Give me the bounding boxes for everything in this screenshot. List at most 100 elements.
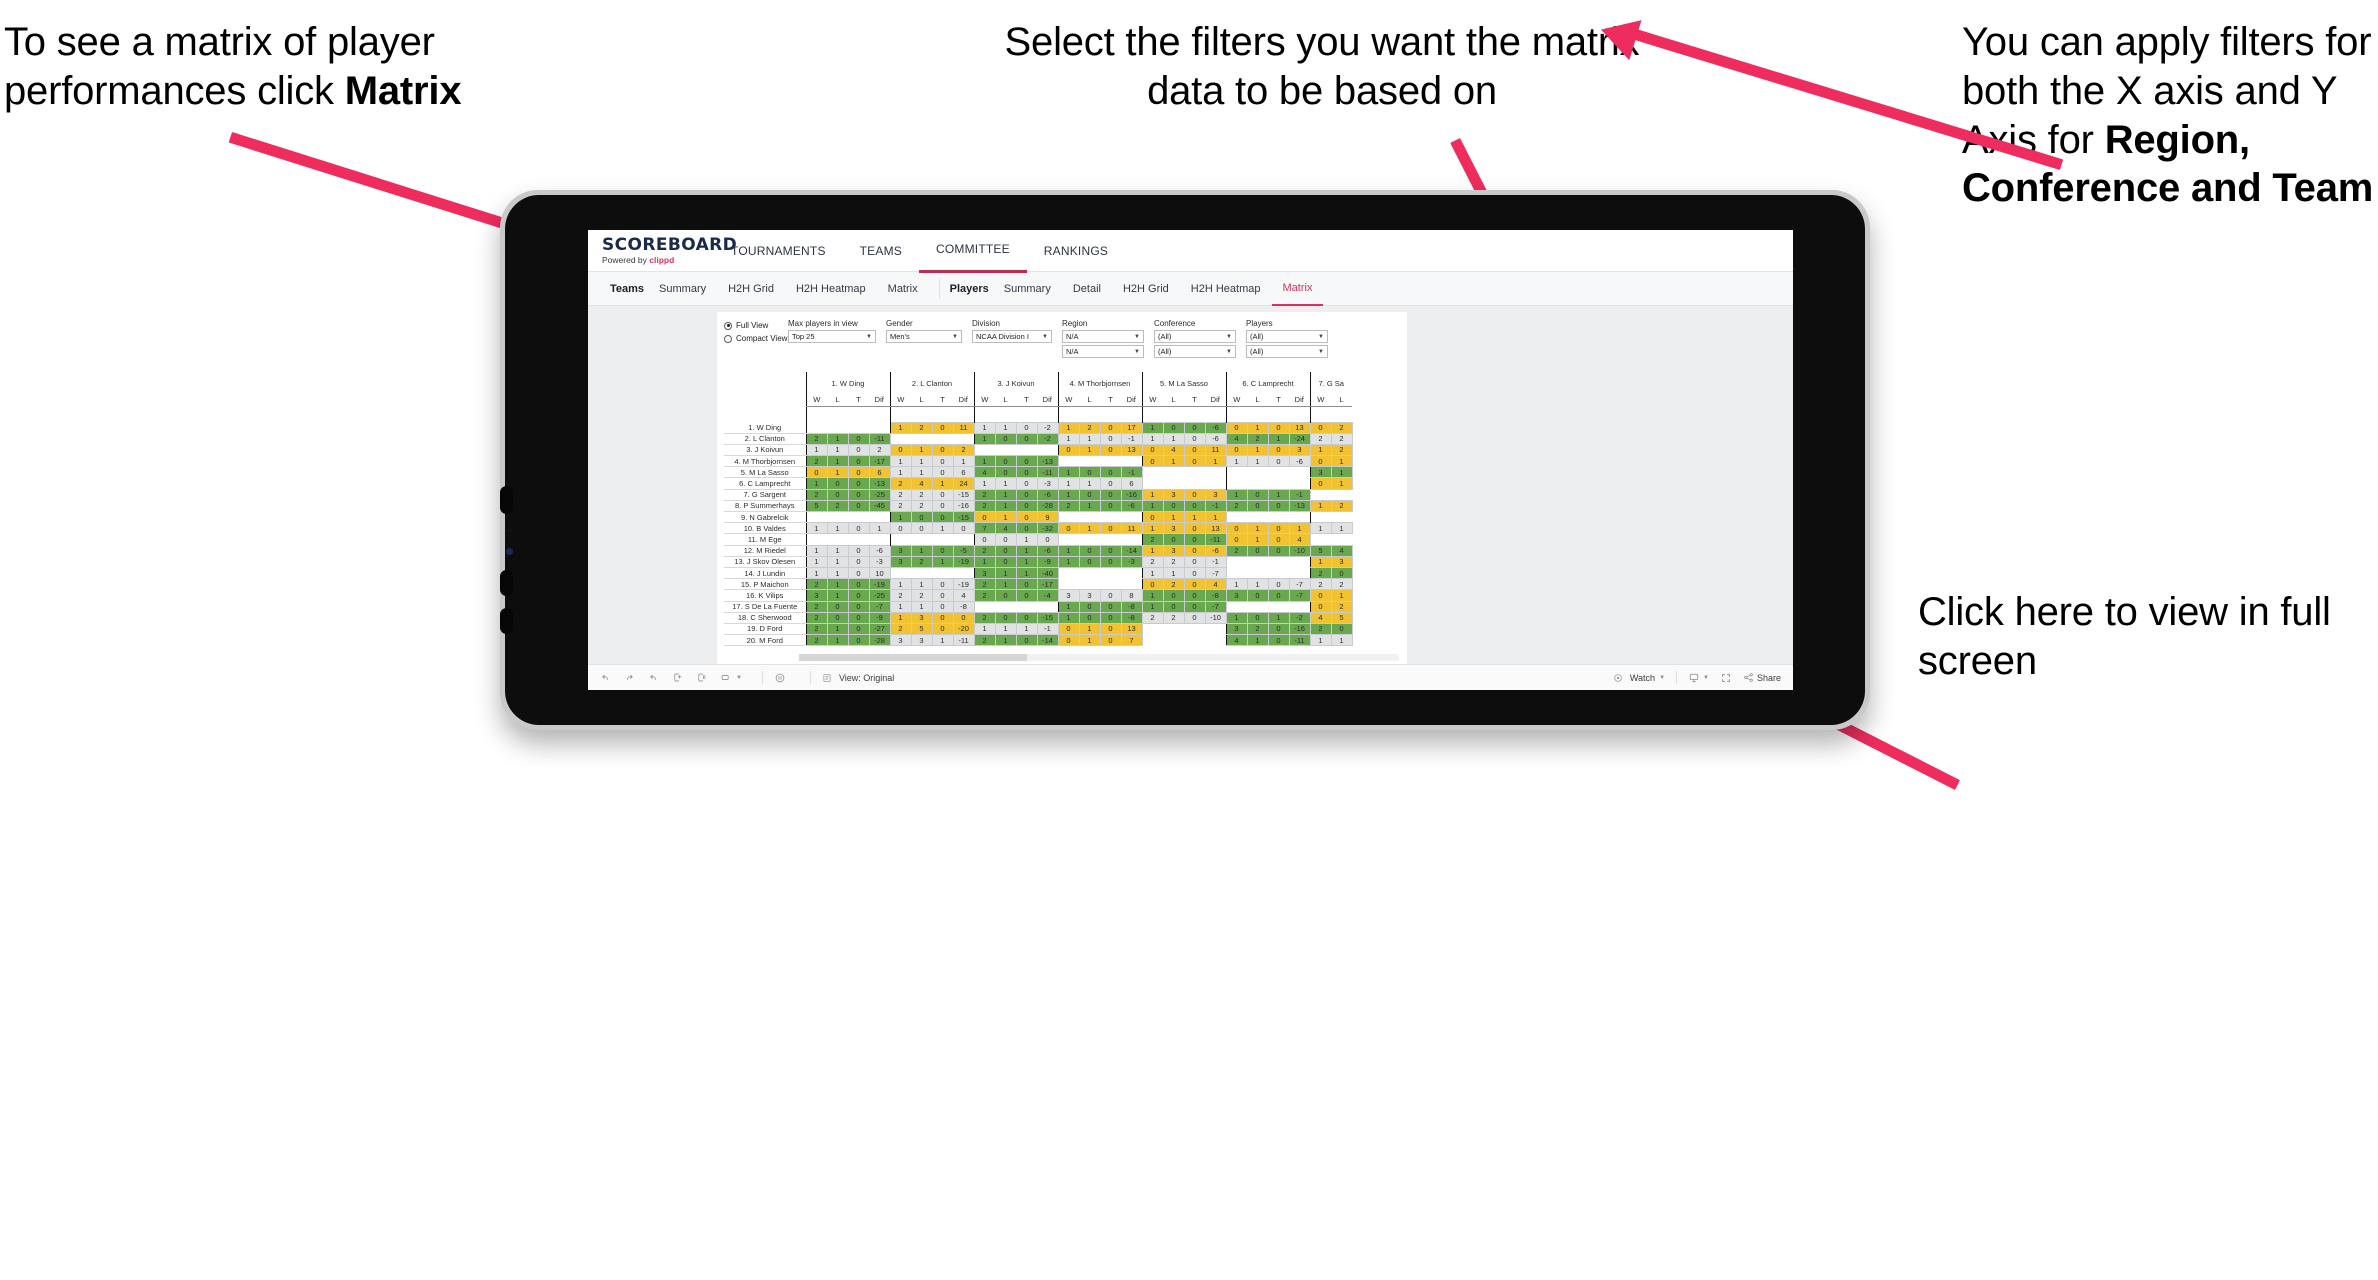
matrix-cell[interactable]: -28 <box>1036 499 1059 513</box>
matrix-cell[interactable]: 0 <box>994 611 1017 624</box>
matrix-cell[interactable]: 0 <box>1162 499 1185 513</box>
matrix-cell[interactable]: 1 <box>1078 443 1101 457</box>
matrix-cell[interactable]: 0 <box>826 600 849 613</box>
matrix-cell[interactable]: -28 <box>868 634 891 646</box>
matrix-cell[interactable]: 1 <box>1015 533 1038 546</box>
matrix-cell[interactable]: 3 <box>1309 466 1332 479</box>
matrix-cell[interactable]: 17 <box>1120 421 1143 434</box>
matrix-cell[interactable]: 0 <box>847 488 870 501</box>
matrix-cell[interactable]: 1 <box>1225 455 1248 468</box>
pause-data-icon[interactable] <box>696 672 707 683</box>
matrix-cell[interactable]: -1 <box>1120 466 1143 479</box>
filter-gender-select[interactable]: Men's ▼ <box>886 330 962 343</box>
matrix-cell[interactable]: -25 <box>868 488 891 501</box>
matrix-cell[interactable]: 0 <box>1099 488 1122 501</box>
matrix-cell[interactable]: 0 <box>847 589 870 602</box>
matrix-cell[interactable]: 3 <box>910 611 933 624</box>
matrix-cell[interactable]: 0 <box>847 544 870 557</box>
matrix-cell[interactable]: 0 <box>1330 566 1353 580</box>
matrix-cell[interactable]: 2 <box>889 589 912 602</box>
matrix-cell[interactable]: 1 <box>994 499 1017 513</box>
matrix-cell[interactable]: 0 <box>1225 533 1248 546</box>
matrix-cell[interactable]: 1 <box>1330 522 1353 535</box>
matrix-cell[interactable]: 0 <box>931 488 954 501</box>
radio-compact-view[interactable]: Compact View <box>724 332 788 345</box>
matrix-cell[interactable]: 0 <box>1183 578 1206 591</box>
matrix-cell[interactable]: -27 <box>868 622 891 636</box>
matrix-cell[interactable]: 0 <box>931 510 954 524</box>
matrix-cell[interactable]: 0 <box>1015 466 1038 479</box>
matrix-cell[interactable]: 1 <box>1057 421 1080 434</box>
matrix-cell[interactable]: -19 <box>952 578 975 591</box>
matrix-cell[interactable]: 0 <box>847 578 870 591</box>
matrix-cell[interactable]: 0 <box>1225 421 1248 434</box>
matrix-cell[interactable]: 0 <box>1015 634 1038 646</box>
matrix-cell[interactable]: -7 <box>1204 600 1227 613</box>
matrix-cell[interactable]: 0 <box>994 466 1017 479</box>
matrix-cell[interactable]: 1 <box>973 421 996 434</box>
matrix-cell[interactable]: 1 <box>1057 488 1080 501</box>
pause-auto-update-icon[interactable] <box>774 672 786 684</box>
matrix-cell[interactable]: 0 <box>1078 488 1101 501</box>
matrix-cell[interactable]: 1 <box>1246 522 1269 535</box>
matrix-cell[interactable]: 0 <box>931 544 954 557</box>
matrix-cell[interactable]: 0 <box>847 466 870 479</box>
matrix-cell[interactable]: 0 <box>1183 499 1206 513</box>
nav-item-tournaments[interactable]: TOURNAMENTS <box>714 230 843 271</box>
matrix-cell[interactable]: 0 <box>1099 589 1122 602</box>
matrix-cell[interactable]: 0 <box>1078 600 1101 613</box>
filter-conference-select-y[interactable]: (All) ▼ <box>1154 345 1236 358</box>
matrix-cell[interactable]: -17 <box>1036 578 1059 591</box>
matrix-cell[interactable]: 0 <box>1015 510 1038 524</box>
matrix-cell[interactable]: 1 <box>889 578 912 591</box>
matrix-cell[interactable]: 2 <box>973 499 996 513</box>
matrix-cell[interactable]: 11 <box>1120 522 1143 535</box>
matrix-cell[interactable]: 0 <box>1267 443 1290 457</box>
matrix-cell[interactable]: 1 <box>1309 555 1332 568</box>
matrix-cell[interactable]: 0 <box>1183 488 1206 501</box>
matrix-cell[interactable]: 2 <box>826 499 849 513</box>
matrix-cell[interactable]: -20 <box>952 622 975 636</box>
matrix-cell[interactable]: 9 <box>1036 510 1059 524</box>
matrix-cell[interactable]: 0 <box>1267 455 1290 468</box>
matrix-cell[interactable]: 0 <box>994 589 1017 602</box>
matrix-cell[interactable]: 0 <box>931 578 954 591</box>
matrix-cell[interactable]: 1 <box>1309 499 1332 513</box>
matrix-cell[interactable]: 2 <box>1141 533 1164 546</box>
matrix-cell[interactable]: 1 <box>1141 566 1164 580</box>
matrix-cell[interactable]: 2 <box>1162 555 1185 568</box>
matrix-cell[interactable]: 0 <box>1246 544 1269 557</box>
matrix-cell[interactable]: -11 <box>1204 533 1227 546</box>
matrix-cell[interactable]: 1 <box>910 455 933 468</box>
matrix-cell[interactable]: 13 <box>1288 421 1311 434</box>
matrix-cell[interactable]: -1 <box>1036 622 1059 636</box>
matrix-cell[interactable]: 2 <box>889 477 912 490</box>
matrix-cell[interactable]: -15 <box>952 510 975 524</box>
matrix-cell[interactable]: 0 <box>1183 555 1206 568</box>
matrix-cell[interactable]: 1 <box>910 578 933 591</box>
matrix-cell[interactable]: 2 <box>1309 566 1332 580</box>
matrix-cell[interactable]: 1 <box>826 566 849 580</box>
filter-players-select-x[interactable]: (All) ▼ <box>1246 330 1328 343</box>
matrix-cell[interactable]: 2 <box>1330 578 1353 591</box>
matrix-cell[interactable]: 0 <box>847 555 870 568</box>
matrix-cell[interactable]: 1 <box>1057 544 1080 557</box>
matrix-cell[interactable]: 2 <box>805 578 828 591</box>
matrix-cell[interactable]: -6 <box>868 544 891 557</box>
matrix-cell[interactable]: 1 <box>910 544 933 557</box>
matrix-cell[interactable]: 1 <box>805 522 828 535</box>
matrix-cell[interactable]: 1 <box>1246 421 1269 434</box>
matrix-cell[interactable]: 1 <box>826 466 849 479</box>
matrix-cell[interactable]: 0 <box>1015 589 1038 602</box>
matrix-cell[interactable]: 2 <box>1162 578 1185 591</box>
matrix-cell[interactable]: 0 <box>889 522 912 535</box>
matrix-cell[interactable]: 0 <box>847 522 870 535</box>
matrix-cell[interactable]: 2 <box>889 499 912 513</box>
matrix-cell[interactable]: 0 <box>1015 522 1038 535</box>
matrix-cell[interactable]: 0 <box>1267 578 1290 591</box>
matrix-cell[interactable]: 0 <box>847 611 870 624</box>
matrix-cell[interactable]: 1 <box>1057 466 1080 479</box>
matrix-cell[interactable]: 2 <box>805 432 828 445</box>
matrix-cell[interactable]: 3 <box>889 634 912 646</box>
matrix-cell[interactable]: -1 <box>1120 432 1143 445</box>
